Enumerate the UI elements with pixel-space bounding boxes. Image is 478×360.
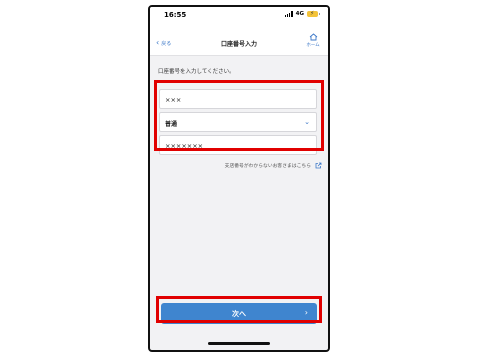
branch-help-text: 支店番号がわからないお客さまはこちら (224, 164, 311, 169)
home-indicator (208, 342, 270, 345)
network-label: 4G (295, 11, 304, 17)
signal-icon (284, 11, 293, 17)
next-button-highlight-box (156, 296, 322, 323)
status-bar: 16:55 4G ⚡ (150, 7, 328, 25)
home-label: ホーム (306, 43, 320, 48)
form-highlight-box (154, 80, 324, 151)
status-icons: 4G ⚡ (284, 10, 320, 17)
status-time: 16:55 (164, 11, 187, 19)
home-button[interactable]: ホーム (304, 33, 322, 48)
form-instruction: 口座番号を入力してください。 (158, 69, 235, 75)
branch-help-link[interactable]: 支店番号がわからないお客さまはこちら (225, 162, 322, 169)
external-link-icon (315, 162, 322, 169)
page-title: 口座番号入力 (220, 41, 257, 48)
battery-icon: ⚡ (307, 10, 320, 17)
home-icon (309, 33, 317, 41)
nav-bar: ‹ 戻る 口座番号入力 ホーム (150, 25, 328, 56)
